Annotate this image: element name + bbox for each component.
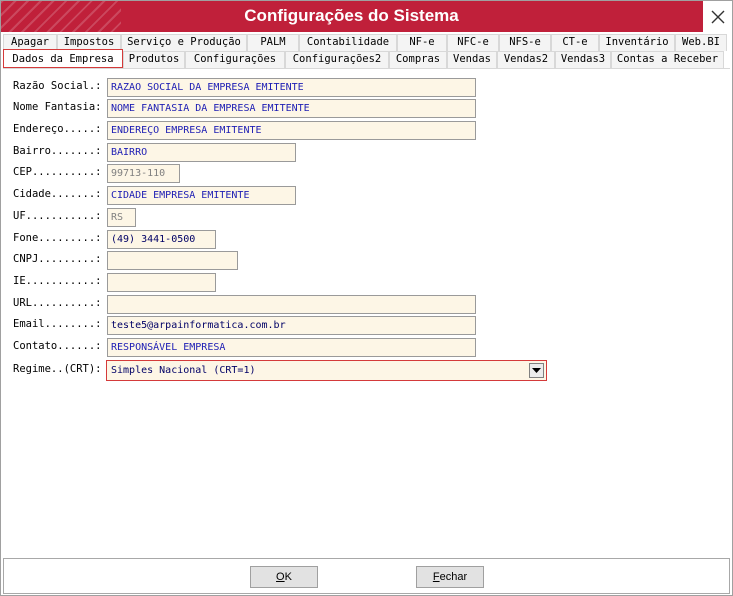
tab-ct-e[interactable]: CT-e xyxy=(551,34,599,51)
fechar-label-rest: echar xyxy=(439,571,468,583)
razao-social-field[interactable]: RAZAO SOCIAL DA EMPRESA EMITENTE xyxy=(107,78,476,97)
fechar-mnemonic: F xyxy=(432,571,440,583)
url-label: URL..........: xyxy=(13,297,102,309)
settings-window: Configurações do Sistema Apagar Impostos… xyxy=(0,0,733,596)
fone-label: Fone.........: xyxy=(13,232,102,244)
bairro-field[interactable]: BAIRRO xyxy=(107,143,296,162)
cep-field[interactable]: 99713-110 xyxy=(107,164,180,183)
tab-divider xyxy=(3,68,730,69)
uf-label: UF...........: xyxy=(13,210,102,222)
fone-field[interactable]: (49) 3441-0500 xyxy=(107,230,216,249)
url-field[interactable] xyxy=(107,295,476,314)
cidade-label: Cidade.......: xyxy=(13,188,102,200)
tab-nfc-e[interactable]: NFC-e xyxy=(447,34,499,51)
tab-vendas2[interactable]: Vendas2 xyxy=(497,51,555,68)
ok-mnemonic: O xyxy=(276,571,285,583)
cidade-field[interactable]: CIDADE EMPRESA EMITENTE xyxy=(107,186,296,205)
tab-inventario[interactable]: Inventário xyxy=(599,34,675,51)
cnpj-label: CNPJ.........: xyxy=(13,253,102,265)
window-title: Configurações do Sistema xyxy=(244,6,459,25)
email-label: Email........: xyxy=(13,318,102,330)
close-button[interactable] xyxy=(702,1,732,32)
tab-vendas3[interactable]: Vendas3 xyxy=(555,51,611,68)
cnpj-field[interactable] xyxy=(107,251,238,270)
regime-selected-value: Simples Nacional (CRT=1) xyxy=(111,365,256,376)
nome-fantasia-label: Nome Fantasia: xyxy=(13,101,102,113)
regime-select[interactable]: Simples Nacional (CRT=1) xyxy=(106,360,547,381)
tab-nfs-e[interactable]: NFS-e xyxy=(499,34,551,51)
button-bar xyxy=(3,558,730,594)
tab-contas-receber[interactable]: Contas a Receber xyxy=(611,51,724,68)
razao-social-label: Razão Social.: xyxy=(13,80,102,92)
tab-row-2: Dados da Empresa Produtos Configurações … xyxy=(3,49,724,68)
tab-configuracoes[interactable]: Configurações xyxy=(185,51,285,68)
tab-produtos[interactable]: Produtos xyxy=(123,51,185,68)
fechar-button[interactable]: Fechar xyxy=(416,566,484,588)
regime-label: Regime..(CRT): xyxy=(13,363,102,375)
tab-web-bi[interactable]: Web.BI xyxy=(675,34,727,51)
uf-field[interactable]: RS xyxy=(107,208,136,227)
tab-contabilidade[interactable]: Contabilidade xyxy=(299,34,397,51)
tab-compras[interactable]: Compras xyxy=(389,51,447,68)
tab-dados-empresa[interactable]: Dados da Empresa xyxy=(3,49,123,68)
title-bar[interactable]: Configurações do Sistema xyxy=(1,1,732,32)
ie-label: IE...........: xyxy=(13,275,102,287)
bairro-label: Bairro.......: xyxy=(13,145,102,157)
endereco-label: Endereço.....: xyxy=(13,123,102,135)
chevron-down-icon xyxy=(532,367,541,373)
close-icon xyxy=(711,10,724,23)
tab-servico-producao[interactable]: Serviço e Produção xyxy=(121,34,247,51)
ok-label-rest: K xyxy=(284,571,292,583)
ok-button[interactable]: OK xyxy=(250,566,318,588)
tab-vendas[interactable]: Vendas xyxy=(447,51,497,68)
cep-label: CEP..........: xyxy=(13,166,102,178)
contato-label: Contato......: xyxy=(13,340,102,352)
ie-field[interactable] xyxy=(107,273,216,292)
nome-fantasia-field[interactable]: NOME FANTASIA DA EMPRESA EMITENTE xyxy=(107,99,476,118)
tab-configuracoes2[interactable]: Configurações2 xyxy=(285,51,389,68)
email-field[interactable]: teste5@arpainformatica.com.br xyxy=(107,316,476,335)
tab-nf-e[interactable]: NF-e xyxy=(397,34,447,51)
contato-field[interactable]: RESPONSÁVEL EMPRESA xyxy=(107,338,476,357)
tab-palm[interactable]: PALM xyxy=(247,34,299,51)
endereco-field[interactable]: ENDEREÇO EMPRESA EMITENTE xyxy=(107,121,476,140)
regime-dropdown-button[interactable] xyxy=(529,363,544,378)
